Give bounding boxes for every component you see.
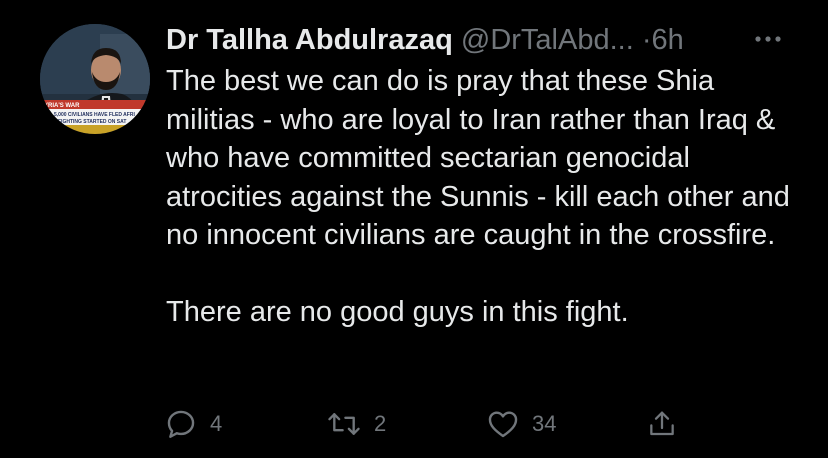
avatar-ticker-title: YRIA'S WAR [44, 103, 80, 109]
avatar-image: YRIA'S WAR 5,000 CIVILIANS HAVE FLED AFR… [40, 24, 150, 134]
share-button[interactable] [646, 404, 678, 444]
retweet-icon [328, 413, 360, 435]
share-icon [650, 411, 674, 436]
retweet-count: 2 [374, 411, 387, 436]
reply-icon [167, 410, 195, 438]
avatar-ticker-line1: 5,000 CIVILIANS HAVE FLED AFRI [54, 112, 135, 118]
avatar[interactable]: YRIA'S WAR 5,000 CIVILIANS HAVE FLED AFR… [40, 24, 150, 134]
retweet-button[interactable]: 2 [326, 404, 386, 444]
tweet-text: The best we can do is pray that these Sh… [166, 62, 806, 332]
author-handle[interactable]: @DrTalAbd... [461, 24, 634, 56]
avatar-ticker-line2: FIGHTING STARTED ON SAT [58, 119, 126, 125]
like-button[interactable]: 34 [486, 404, 556, 444]
more-horizontal-icon [755, 36, 781, 42]
reply-count: 4 [210, 411, 223, 436]
separator-dot: · [641, 24, 652, 56]
author-name[interactable]: Dr Tallha Abdulrazaq [166, 24, 453, 56]
tweet-paragraph: There are no good guys in this fight. [166, 296, 629, 328]
tweet-header: Dr Tallha Abdulrazaq @DrTalAbd... ·6h [166, 20, 806, 60]
like-count: 34 [532, 411, 557, 436]
tweet-time[interactable]: 6h [652, 24, 684, 56]
tweet-paragraph: The best we can do is pray that these Sh… [166, 65, 790, 251]
heart-icon [488, 411, 518, 438]
more-button[interactable] [748, 24, 788, 54]
reply-button[interactable]: 4 [164, 404, 222, 444]
tweet[interactable]: YRIA'S WAR 5,000 CIVILIANS HAVE FLED AFR… [0, 0, 828, 458]
